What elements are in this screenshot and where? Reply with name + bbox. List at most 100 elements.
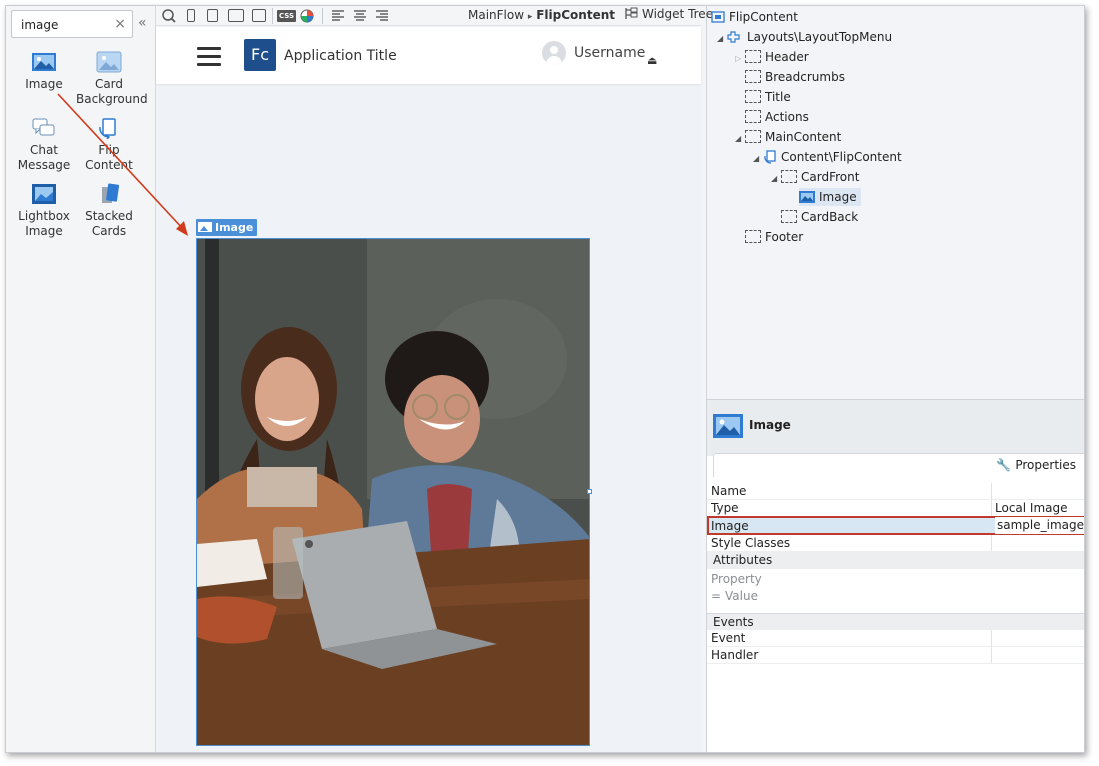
css-button[interactable]: CSS	[277, 10, 297, 22]
properties-widget-name: Image	[749, 418, 791, 432]
username: Username	[574, 45, 646, 61]
chat-message-icon	[32, 118, 55, 136]
tree-node-cardback[interactable]: CardBack	[781, 208, 858, 226]
placeholder-icon	[781, 210, 797, 223]
tree-node-label: Title	[765, 90, 791, 104]
breadcrumb-screen: FlipContent	[536, 8, 615, 22]
tree-node-actions[interactable]: Actions	[745, 108, 809, 126]
image-icon	[198, 222, 212, 232]
tree-node-label: Image	[819, 190, 857, 204]
toolbar-divider	[322, 8, 323, 24]
tree-node-label: Actions	[765, 110, 809, 124]
toolbox-item-image[interactable]: Image	[11, 51, 77, 92]
expand-arrow-icon[interactable]: ▷	[735, 50, 745, 68]
toolbar-divider	[272, 8, 273, 24]
tree-node-flipcontent[interactable]: ◢ Content\FlipContent	[753, 148, 902, 166]
widget-tree-panel: Widget Tree FlipContent ◢ Layouts\LayoutT…	[625, 6, 1084, 399]
expand-arrow-icon[interactable]: ◢	[735, 130, 745, 148]
expand-arrow-icon[interactable]: ◢	[771, 170, 781, 188]
tree-node-label: MainContent	[765, 130, 842, 144]
tree-node-header[interactable]: ▷ Header	[735, 48, 809, 66]
theme-palette-icon[interactable]	[300, 9, 314, 23]
toolbox-item-lightbox-image[interactable]: Lightbox Image	[11, 183, 77, 239]
column-divider	[991, 535, 992, 551]
design-canvas[interactable]: Fc Application Title Username ⏏ Image	[156, 27, 701, 752]
property-key: Image	[711, 519, 749, 533]
placeholder-icon	[745, 130, 761, 143]
event-row-event[interactable]: Event	[707, 630, 1084, 647]
property-value[interactable]: Local Image	[995, 500, 1068, 516]
toolbox-item-stacked-cards[interactable]: Stacked Cards	[76, 183, 142, 239]
tree-node-layout[interactable]: ◢ Layouts\LayoutTopMenu	[717, 28, 892, 46]
menu-icon[interactable]	[197, 47, 221, 66]
wrench-icon: 🔧	[996, 458, 1012, 472]
image-widget[interactable]	[196, 238, 590, 746]
canvas-toolbar: CSS MainFlow ▸ FlipContent	[156, 6, 701, 26]
property-key: Name	[711, 484, 747, 498]
preview-refresh-icon[interactable]	[161, 8, 177, 24]
align-center-icon[interactable]	[353, 10, 367, 22]
ide-window: image × « Image Card Background Chat Mes…	[5, 5, 1085, 753]
properties-tab[interactable]: 🔧 Properties	[713, 453, 1084, 477]
toolbox-item-label: Flip Content	[85, 143, 133, 172]
tree-node-maincontent[interactable]: ◢ MainContent	[735, 128, 841, 146]
tree-node-footer[interactable]: Footer	[745, 228, 803, 246]
attributes-section-header[interactable]: Attributes	[707, 552, 1084, 569]
tree-node-breadcrumbs[interactable]: Breadcrumbs	[745, 68, 845, 86]
event-key: Event	[711, 631, 746, 645]
placeholder-icon	[745, 110, 761, 123]
toolbox-item-label: Image	[25, 77, 63, 91]
toolbox-item-label: Lightbox Image	[18, 209, 70, 238]
event-row-handler[interactable]: Handler	[707, 647, 1084, 664]
image-icon	[713, 414, 743, 438]
resize-handle[interactable]	[587, 489, 592, 494]
property-row-type[interactable]: Type Local Image	[707, 500, 1084, 517]
widget-tree-icon	[625, 7, 638, 19]
property-value-input[interactable]: sample_image1	[995, 517, 1084, 534]
attribute-property-input[interactable]: Property	[711, 572, 762, 586]
property-row-name[interactable]: Name	[707, 483, 1084, 500]
align-left-icon[interactable]	[331, 10, 345, 22]
layout-icon	[727, 31, 740, 43]
properties-header: Image	[707, 400, 1084, 456]
tablet-preview-icon[interactable]	[207, 9, 218, 22]
tree-node-image[interactable]: Image	[799, 188, 861, 206]
tree-node-label: Layouts\LayoutTopMenu	[747, 30, 893, 44]
widget-tree-tab[interactable]: Widget Tree	[624, 7, 713, 27]
screen-breadcrumb: MainFlow ▸ FlipContent	[468, 8, 615, 22]
property-key: Style Classes	[711, 536, 791, 550]
toolbox-item-label: Chat Message	[17, 143, 71, 172]
collapse-toolbox-icon[interactable]: «	[138, 15, 147, 31]
search-value: image	[21, 18, 59, 32]
placeholder-icon	[745, 50, 761, 63]
toolbox-item-flip-content[interactable]: Flip Content	[76, 117, 142, 173]
placeholder-icon	[745, 90, 761, 103]
toolbox-item-chat-message[interactable]: Chat Message	[11, 117, 77, 173]
breadcrumb-flow[interactable]: MainFlow	[468, 8, 524, 22]
flip-content-icon	[764, 150, 776, 164]
desktop-preview-icon[interactable]	[228, 9, 244, 22]
toolbox-search-input[interactable]: image ×	[11, 10, 133, 38]
clear-search-icon[interactable]: ×	[114, 16, 126, 32]
property-row-image[interactable]: Image sample_image1	[707, 516, 1084, 535]
logout-icon[interactable]: ⏏	[647, 54, 657, 67]
tree-node-label: Footer	[765, 230, 804, 244]
align-right-icon[interactable]	[375, 10, 389, 22]
breadcrumb-separator: ▸	[527, 12, 533, 22]
tree-node-cardfront[interactable]: ◢ CardFront	[771, 168, 859, 186]
image-icon	[799, 191, 815, 203]
tree-node-label: FlipContent	[729, 10, 798, 24]
tree-node-title[interactable]: Title	[745, 88, 791, 106]
toolbox-item-card-background[interactable]: Card Background	[76, 51, 148, 107]
tree-node-label: Breadcrumbs	[765, 70, 845, 84]
attribute-value-input[interactable]: Value	[725, 589, 758, 603]
events-section-header[interactable]: Events	[707, 613, 1084, 630]
phone-preview-icon[interactable]	[187, 9, 195, 22]
responsive-preview-icon[interactable]	[252, 9, 266, 22]
toolbox-item-label: Card Background	[76, 77, 148, 106]
expand-arrow-icon[interactable]: ◢	[717, 30, 727, 48]
expand-arrow-icon[interactable]: ◢	[753, 150, 763, 168]
tree-node-root[interactable]: FlipContent	[711, 8, 798, 26]
property-row-style-classes[interactable]: Style Classes	[707, 535, 1084, 552]
toolbox-item-label: Stacked Cards	[85, 209, 133, 238]
